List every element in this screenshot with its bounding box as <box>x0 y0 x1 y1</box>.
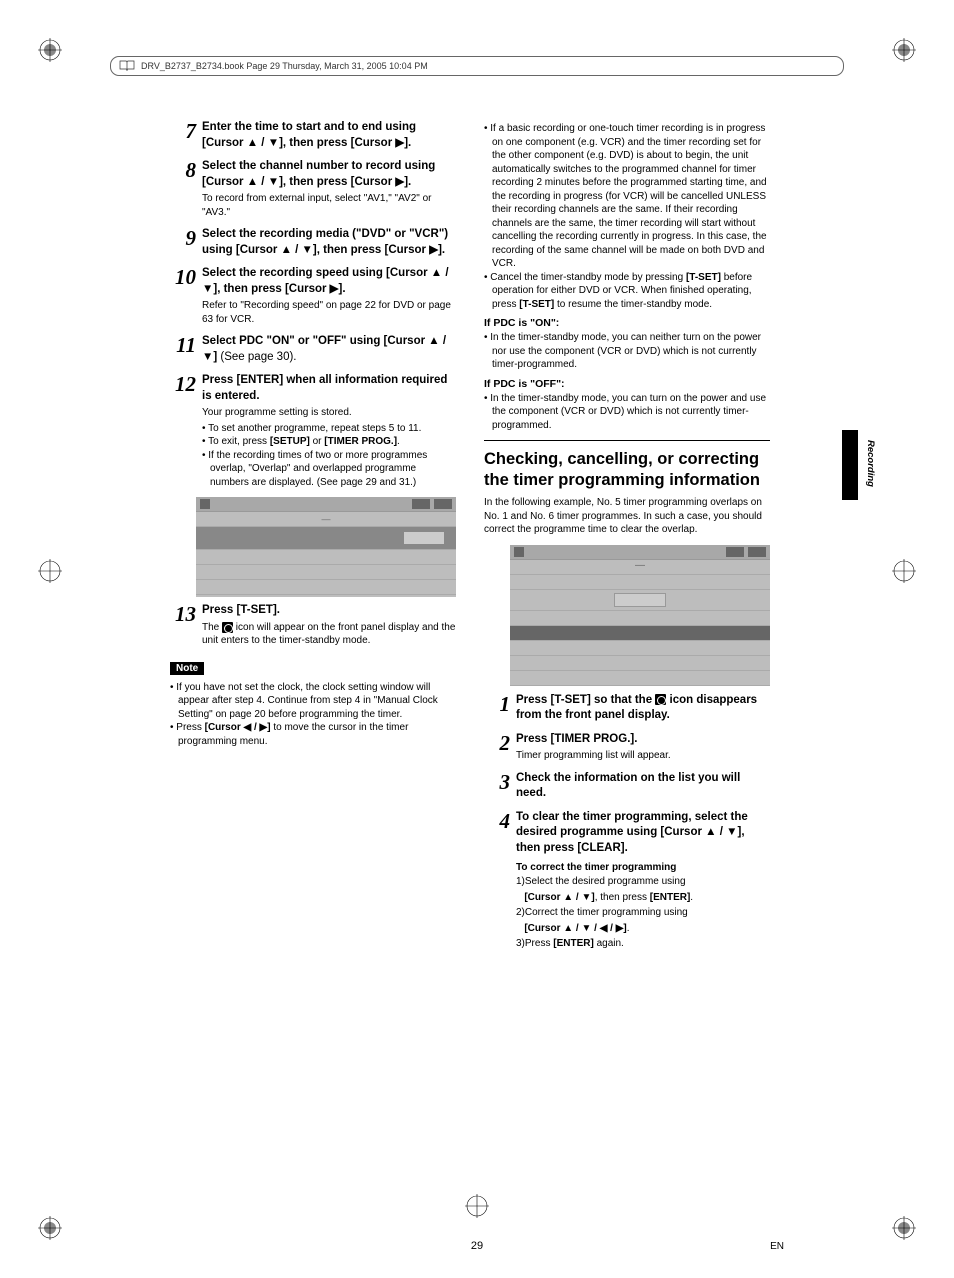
ui-screenshot-2: — <box>510 545 770 685</box>
sub-line: 2)Correct the timer programming using <box>516 906 770 920</box>
sub-line: 3)Press [ENTER] again. <box>516 937 770 951</box>
bullet-item: In the timer-standby mode, you can turn … <box>484 392 770 433</box>
step-11: 11 Select PDC "ON" or "OFF" using [Curso… <box>170 334 456 365</box>
manual-page: DRV_B2737_B2734.book Page 29 Thursday, M… <box>0 0 954 1278</box>
pdc-off-bullets: In the timer-standby mode, you can turn … <box>484 392 770 433</box>
step-number: 4 <box>484 810 516 951</box>
bullet-item: Cancel the timer-standby mode by pressin… <box>484 271 770 312</box>
step-number: 13 <box>170 603 202 648</box>
r-step-4: 4 To clear the timer programming, select… <box>484 810 770 951</box>
pdc-on-bullets: In the timer-standby mode, you can neith… <box>484 331 770 372</box>
step-number: 1 <box>484 693 516 724</box>
clock-icon <box>655 694 666 705</box>
bullet-item: To exit, press [SETUP] or [TIMER PROG.]. <box>202 435 456 449</box>
sub-line: [Cursor ▲ / ▼ / ◀ / ▶]. <box>516 922 770 936</box>
step-8: 8 Select the channel number to record us… <box>170 159 456 219</box>
reg-mark-icon <box>38 559 62 583</box>
step-subtext: The icon will appear on the front panel … <box>202 621 456 648</box>
step-title: Press [T-SET] so that the icon disappear… <box>516 693 770 724</box>
step-title: Press [T-SET]. <box>202 603 456 619</box>
r-step-3: 3 Check the information on the list you … <box>484 771 770 802</box>
step-12: 12 Press [ENTER] when all information re… <box>170 373 456 489</box>
step-bullets: To set another programme, repeat steps 5… <box>202 422 456 490</box>
step-title: Check the information on the list you wi… <box>516 771 770 802</box>
top-bullets: If a basic recording or one-touch timer … <box>484 122 770 311</box>
step-subtext: To record from external input, select "A… <box>202 192 456 219</box>
step-title: Select PDC "ON" or "OFF" using [Cursor ▲… <box>202 334 456 365</box>
step-subtext: Refer to "Recording speed" on page 22 fo… <box>202 299 456 326</box>
step-title: Select the recording speed using [Cursor… <box>202 266 456 297</box>
reg-mark-icon <box>892 38 916 62</box>
step-number: 8 <box>170 159 202 219</box>
reg-mark-icon <box>892 1216 916 1240</box>
reg-mark-icon <box>465 1194 489 1218</box>
bullet-item: If you have not set the clock, the clock… <box>170 681 456 722</box>
bullet-item: To set another programme, repeat steps 5… <box>202 422 456 436</box>
sub-heading: To correct the timer programming <box>516 862 770 873</box>
pdc-on-label: If PDC is "ON": <box>484 317 770 329</box>
section-tab-label: Recording <box>865 440 876 487</box>
sub-line: [Cursor ▲ / ▼], then press [ENTER]. <box>516 891 770 905</box>
step-title: Enter the time to start and to end using… <box>202 120 456 151</box>
section-tab <box>842 430 858 500</box>
section-heading: Checking, cancelling, or correcting the … <box>484 449 770 490</box>
reg-mark-icon <box>38 1216 62 1240</box>
document-header: DRV_B2737_B2734.book Page 29 Thursday, M… <box>110 56 844 76</box>
step-number: 2 <box>484 732 516 763</box>
step-title: Select the channel number to record usin… <box>202 159 456 190</box>
page-number: 29 <box>471 1240 483 1252</box>
step-title: Press [ENTER] when all information requi… <box>202 373 456 404</box>
step-title: Select the recording media ("DVD" or "VC… <box>202 227 456 258</box>
section-intro: In the following example, No. 5 timer pr… <box>484 496 770 537</box>
step-number: 9 <box>170 227 202 258</box>
step-subtext: Timer programming list will appear. <box>516 749 770 763</box>
note-bullets: If you have not set the clock, the clock… <box>170 681 456 749</box>
page-language: EN <box>770 1241 784 1252</box>
left-column: 7 Enter the time to start and to end usi… <box>170 120 456 959</box>
reg-mark-icon <box>892 559 916 583</box>
clock-icon <box>222 622 233 633</box>
right-column: If a basic recording or one-touch timer … <box>484 120 770 959</box>
r-step-1: 1 Press [T-SET] so that the icon disappe… <box>484 693 770 724</box>
note-label: Note <box>170 662 204 675</box>
content-area: 7 Enter the time to start and to end usi… <box>170 120 770 959</box>
step-subtext: Your programme setting is stored. <box>202 406 456 420</box>
divider <box>484 440 770 441</box>
step-number: 10 <box>170 266 202 326</box>
reg-mark-icon <box>38 38 62 62</box>
pdc-off-label: If PDC is "OFF": <box>484 378 770 390</box>
step-title: Press [TIMER PROG.]. <box>516 732 770 748</box>
r-step-2: 2 Press [TIMER PROG.]. Timer programming… <box>484 732 770 763</box>
bullet-item: In the timer-standby mode, you can neith… <box>484 331 770 372</box>
book-icon <box>119 60 135 72</box>
bullet-item: If a basic recording or one-touch timer … <box>484 122 770 271</box>
header-text: DRV_B2737_B2734.book Page 29 Thursday, M… <box>141 61 428 71</box>
bullet-item: Press [Cursor ◀ / ▶] to move the cursor … <box>170 721 456 748</box>
step-10: 10 Select the recording speed using [Cur… <box>170 266 456 326</box>
step-9: 9 Select the recording media ("DVD" or "… <box>170 227 456 258</box>
step-13: 13 Press [T-SET]. The icon will appear o… <box>170 603 456 648</box>
step-number: 7 <box>170 120 202 151</box>
step-title: To clear the timer programming, select t… <box>516 810 770 857</box>
step-number: 12 <box>170 373 202 489</box>
step-7: 7 Enter the time to start and to end usi… <box>170 120 456 151</box>
bullet-item: If the recording times of two or more pr… <box>202 449 456 490</box>
step-number: 3 <box>484 771 516 802</box>
step-number: 11 <box>170 334 202 365</box>
sub-line: 1)Select the desired programme using <box>516 875 770 889</box>
ui-screenshot-1: — <box>196 497 456 597</box>
